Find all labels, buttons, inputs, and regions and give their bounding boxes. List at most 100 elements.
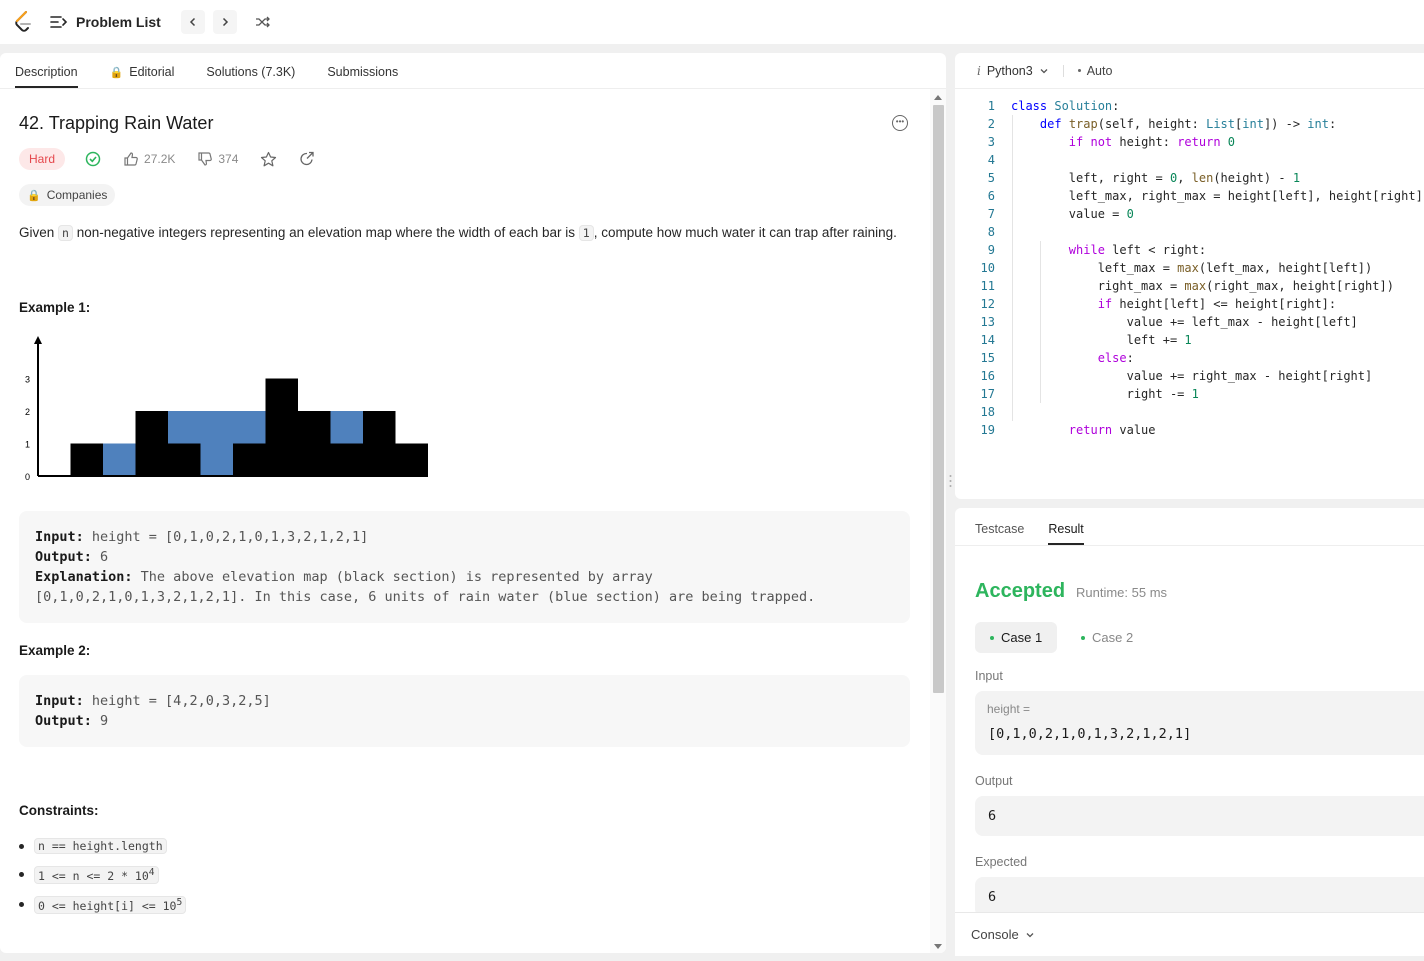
prev-problem-button[interactable] [180, 10, 205, 34]
tab-solutions[interactable]: Solutions (7.3K) [206, 65, 295, 88]
tab-submissions[interactable]: Submissions [327, 65, 398, 88]
code-line: 1 class Solution: [955, 97, 1424, 115]
input-label: Input: [35, 529, 84, 545]
shuffle-icon [255, 16, 270, 28]
input-value: height = [0,1,0,2,1,0,1,3,2,1,2,1] [83, 529, 369, 545]
explanation-label: Explanation: [35, 569, 133, 585]
dot-icon [1077, 69, 1081, 72]
line-number: 2 [987, 117, 995, 131]
water-bar [200, 411, 233, 476]
output-section-label: Output [975, 774, 1013, 788]
line-number: 12 [980, 297, 995, 311]
inline-code: 1 [578, 225, 594, 241]
code-line: 14 left += 1 [955, 331, 1424, 349]
line-number: 19 [980, 423, 995, 437]
constraint-sup: 5 [176, 896, 183, 908]
code-line: 17 right -= 1 [955, 385, 1424, 403]
indent-guide [1012, 115, 1013, 421]
case-1-button[interactable]: Case 1 [975, 622, 1058, 653]
code-area[interactable]: 1 class Solution: 2 def trap(self, height:… [955, 97, 1424, 439]
code-line: 19 return value [955, 421, 1424, 439]
thumbs-down-icon [198, 152, 213, 166]
companies-tag[interactable]: 🔒 Companies [19, 184, 116, 206]
code-text: else: [1097, 351, 1134, 365]
dislike-count: 374 [218, 152, 239, 166]
case-2-button[interactable]: Case 2 [1066, 622, 1148, 653]
star-icon [261, 151, 277, 166]
elevation-bar [168, 443, 201, 476]
list-icon [50, 16, 68, 28]
next-problem-button[interactable] [212, 10, 237, 34]
code-text: if height[left] <= height[right]: [1097, 297, 1337, 311]
line-number: 9 [987, 243, 995, 257]
console-toggle[interactable]: Console [955, 912, 1424, 956]
elevation-bar [363, 411, 396, 476]
line-number: 8 [987, 225, 995, 239]
code-line: 3 if not height: return 0 [955, 133, 1424, 151]
constraint-item: 0 <= height[i] <= 105 [19, 895, 911, 914]
line-number: 11 [980, 279, 995, 293]
pass-dot [990, 635, 994, 640]
problem-title: 42. Trapping Rain Water [19, 113, 214, 133]
scroll-down-arrow[interactable] [934, 944, 942, 949]
input-label: Input: [35, 693, 84, 709]
line-number: 16 [980, 369, 995, 383]
auto-mode[interactable]: Auto [1077, 64, 1112, 78]
runtime-label: Runtime: 55 ms [1076, 585, 1168, 600]
result-tabs: Testcase Result [955, 508, 1424, 546]
code-text: value += right_max - height[right] [1011, 369, 1373, 383]
leetcode-logo[interactable] [12, 10, 34, 34]
editor-header: i Python3 Auto [955, 53, 1424, 89]
chevron-down-icon [1026, 932, 1034, 937]
input-var-value: [0,1,0,2,1,0,1,3,2,1,2,1] [988, 726, 1192, 742]
scroll-up-arrow[interactable] [934, 95, 942, 100]
dislike-button[interactable]: 374 [197, 151, 238, 167]
case-label: Case 1 [1001, 630, 1043, 645]
language-select[interactable]: i Python3 [977, 64, 1049, 78]
problem-description: Given n non-negative integers representi… [19, 222, 909, 244]
line-number: 15 [980, 351, 995, 365]
code-text: def trap(self, height: List[int]) -> int… [1039, 117, 1337, 131]
code-line: 16 value += right_max - height[right] [955, 367, 1424, 385]
input-value: height = [4,2,0,3,2,5] [83, 693, 271, 709]
output-label: Output: [35, 713, 92, 729]
line-number: 17 [980, 387, 995, 401]
panel-resize-handle[interactable] [948, 474, 953, 488]
code-text: left_max = max(left_max, height[left]) [1011, 261, 1373, 275]
desc-text: , compute how much water it can trap aft… [593, 225, 897, 240]
companies-label: Companies [46, 188, 108, 202]
more-options-icon[interactable]: ••• [892, 115, 908, 131]
favorite-button[interactable] [260, 151, 277, 168]
constraint-text: 0 <= height[i] <= 10 [38, 898, 177, 913]
input-var-name: height = [987, 702, 1031, 716]
water-bar [233, 411, 266, 444]
tab-description[interactable]: Description [15, 65, 78, 88]
code-text: left_max, right_max = height[left], heig… [1011, 189, 1423, 203]
code-text: value += left_max - height[left] [1011, 315, 1358, 329]
code-text: if not height: return 0 [1068, 135, 1236, 149]
constraints-title: Constraints: [19, 803, 99, 818]
description-tabs: Description 🔒 Editorial Solutions (7.3K)… [0, 53, 946, 89]
code-text: return value [1068, 423, 1156, 437]
share-button[interactable] [299, 151, 315, 167]
example-1-title: Example 1: [19, 300, 91, 315]
elevation-bar [298, 411, 331, 476]
code-line: 2 def trap(self, height: List[int]) -> i… [955, 115, 1424, 133]
tab-testcase[interactable]: Testcase [975, 522, 1024, 545]
tab-editorial[interactable]: 🔒 Editorial [110, 65, 175, 88]
chevron-left-icon [189, 17, 195, 27]
description-scrollbar[interactable] [930, 89, 946, 953]
like-button[interactable]: 27.2K [123, 151, 175, 167]
line-number: 1 [987, 99, 995, 113]
description-content: 42. Trapping Rain Water ••• Hard 27.2K 3… [0, 89, 930, 953]
y-tick-label: 2 [25, 407, 30, 417]
constraints-list: n == height.length 1 <= n <= 2 * 104 0 <… [19, 838, 911, 914]
random-problem-button[interactable] [251, 10, 275, 34]
y-tick-label: 1 [25, 440, 30, 450]
scroll-thumb[interactable] [933, 105, 944, 693]
solved-status [85, 151, 101, 167]
code-line: 4 [955, 151, 1424, 169]
line-number: 10 [980, 261, 995, 275]
tab-result[interactable]: Result [1048, 522, 1084, 545]
problem-list-button[interactable]: Problem List [50, 14, 161, 30]
